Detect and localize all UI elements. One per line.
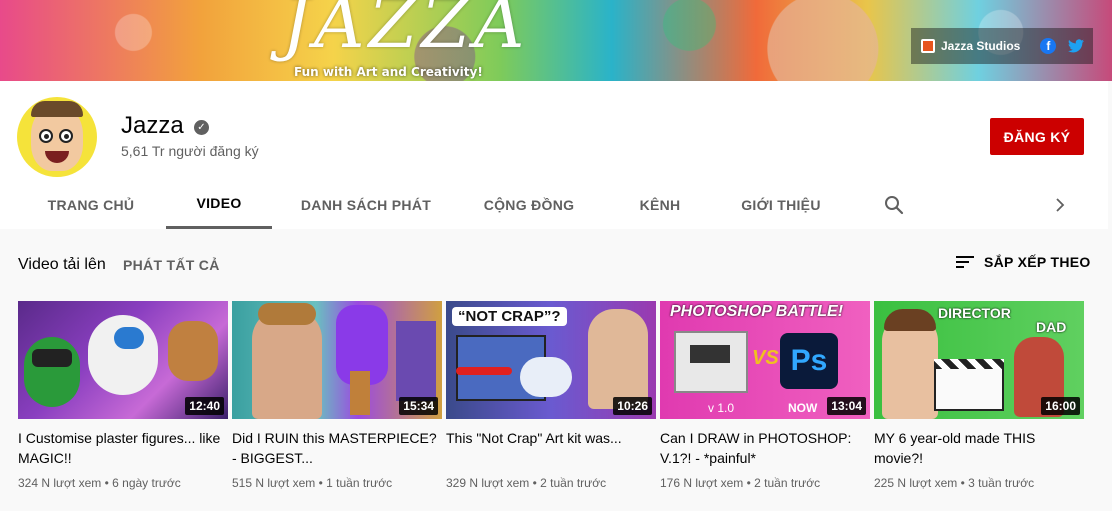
video-thumbnail[interactable]: 15:34	[232, 301, 442, 419]
video-thumbnail[interactable]: “NOT CRAP”? 10:26	[446, 301, 656, 419]
video-views: 176 N lượt xem	[660, 476, 744, 490]
avatar-face	[31, 101, 83, 171]
video-title[interactable]: Can I DRAW in PHOTOSHOP: V.1?! - *painfu…	[660, 428, 870, 468]
thumbnail-dad: DAD	[1036, 319, 1067, 335]
video-title[interactable]: Did I RUIN this MASTERPIECE? - BIGGEST..…	[232, 428, 442, 468]
thumbnail-now: NOW	[788, 401, 818, 415]
photoshop-logo: Ps	[780, 333, 838, 389]
video-meta: 225 N lượt xem • 3 tuần trước	[874, 476, 1035, 490]
video-duration: 10:26	[613, 397, 652, 415]
video-age: 2 tuần trước	[540, 476, 607, 490]
video-meta: 329 N lượt xem • 2 tuần trước	[446, 476, 607, 490]
banner-title: JAZZA	[282, 0, 529, 64]
video-card[interactable]: 15:34 Did I RUIN this MASTERPIECE? - BIG…	[232, 301, 442, 490]
video-views: 324 N lượt xem	[18, 476, 102, 490]
video-meta: 324 N lượt xem • 6 ngày trước	[18, 476, 181, 490]
studio-link[interactable]: Jazza Studios	[941, 39, 1020, 53]
sort-button[interactable]: SẮP XẾP THEO	[956, 254, 1091, 270]
studio-icon	[921, 39, 935, 53]
facebook-icon[interactable]: f	[1040, 38, 1057, 54]
channel-banner: JAZZA Fun with Art and Creativity! Jazza…	[0, 0, 1112, 81]
video-thumbnail[interactable]: DIRECTOR DAD 16:00	[874, 301, 1084, 419]
video-thumbnail[interactable]: PHOTOSHOP BATTLE! VS Ps v 1.0 NOW 13:04	[660, 301, 870, 419]
tab-videos[interactable]: VIDEO	[166, 180, 272, 229]
video-title[interactable]: MY 6 year-old made THIS movie?!	[874, 428, 1084, 468]
video-duration: 13:04	[827, 397, 866, 415]
section-title: Video tải lên	[18, 256, 106, 273]
video-age: 2 tuần trước	[754, 476, 821, 490]
video-duration: 16:00	[1041, 397, 1080, 415]
avatar-hair	[31, 101, 83, 117]
search-icon[interactable]	[882, 193, 906, 217]
thumbnail-director: DIRECTOR	[938, 305, 1011, 321]
video-meta: 176 N lượt xem • 2 tuần trước	[660, 476, 821, 490]
video-age: 1 tuần trước	[326, 476, 393, 490]
verified-icon: ✓	[194, 120, 209, 135]
avatar-eye-right	[59, 129, 73, 143]
twitter-icon[interactable]	[1068, 38, 1085, 54]
video-views: 329 N lượt xem	[446, 476, 530, 490]
subscriber-count: 5,61 Tr người đăng ký	[121, 143, 259, 159]
video-duration: 12:40	[185, 397, 224, 415]
video-card[interactable]: “NOT CRAP”? 10:26 This "Not Crap" Art ki…	[446, 301, 656, 490]
thumbnail-caption: PHOTOSHOP BATTLE!	[670, 303, 844, 320]
video-views: 225 N lượt xem	[874, 476, 958, 490]
avatar[interactable]	[17, 97, 97, 177]
banner-tagline: Fun with Art and Creativity!	[294, 65, 483, 79]
channel-header: Jazza ✓ 5,61 Tr người đăng ký ĐĂNG KÝ TR…	[0, 81, 1108, 229]
tab-channels[interactable]: KÊNH	[624, 180, 696, 229]
video-thumbnail[interactable]: 12:40	[18, 301, 228, 419]
chevron-right-icon[interactable]	[1050, 193, 1070, 217]
avatar-mouth	[45, 151, 69, 163]
subscribe-button[interactable]: ĐĂNG KÝ	[990, 118, 1084, 155]
video-views: 515 N lượt xem	[232, 476, 316, 490]
tab-community[interactable]: CỘNG ĐỒNG	[474, 180, 584, 229]
tab-playlists[interactable]: DANH SÁCH PHÁT	[290, 180, 442, 229]
tab-home[interactable]: TRANG CHỦ	[32, 180, 150, 229]
video-title[interactable]: I Customise plaster figures... like MAGI…	[18, 428, 228, 468]
sort-label: SẮP XẾP THEO	[984, 254, 1091, 270]
play-all-button[interactable]: PHÁT TẤT CẢ	[123, 257, 220, 273]
sort-icon	[956, 255, 974, 269]
banner-links: Jazza Studios f	[911, 28, 1093, 64]
video-card[interactable]: 12:40 I Customise plaster figures... lik…	[18, 301, 228, 490]
video-card[interactable]: PHOTOSHOP BATTLE! VS Ps v 1.0 NOW 13:04 …	[660, 301, 870, 490]
channel-name: Jazza	[121, 112, 184, 139]
thumbnail-caption: “NOT CRAP”?	[452, 307, 567, 326]
video-age: 3 tuần trước	[968, 476, 1035, 490]
video-age: 6 ngày trước	[112, 476, 181, 490]
tab-about[interactable]: GIỚI THIỆU	[728, 180, 834, 229]
video-title[interactable]: This "Not Crap" Art kit was...	[446, 428, 656, 468]
video-duration: 15:34	[399, 397, 438, 415]
channel-tabs: TRANG CHỦ VIDEO DANH SÁCH PHÁT CỘNG ĐỒNG…	[0, 180, 1108, 229]
video-meta: 515 N lượt xem • 1 tuần trước	[232, 476, 393, 490]
thumbnail-version: v 1.0	[708, 401, 735, 415]
thumbnail-vs: VS	[752, 347, 779, 369]
avatar-eye-left	[39, 129, 53, 143]
video-card[interactable]: DIRECTOR DAD 16:00 MY 6 year-old made TH…	[874, 301, 1084, 490]
